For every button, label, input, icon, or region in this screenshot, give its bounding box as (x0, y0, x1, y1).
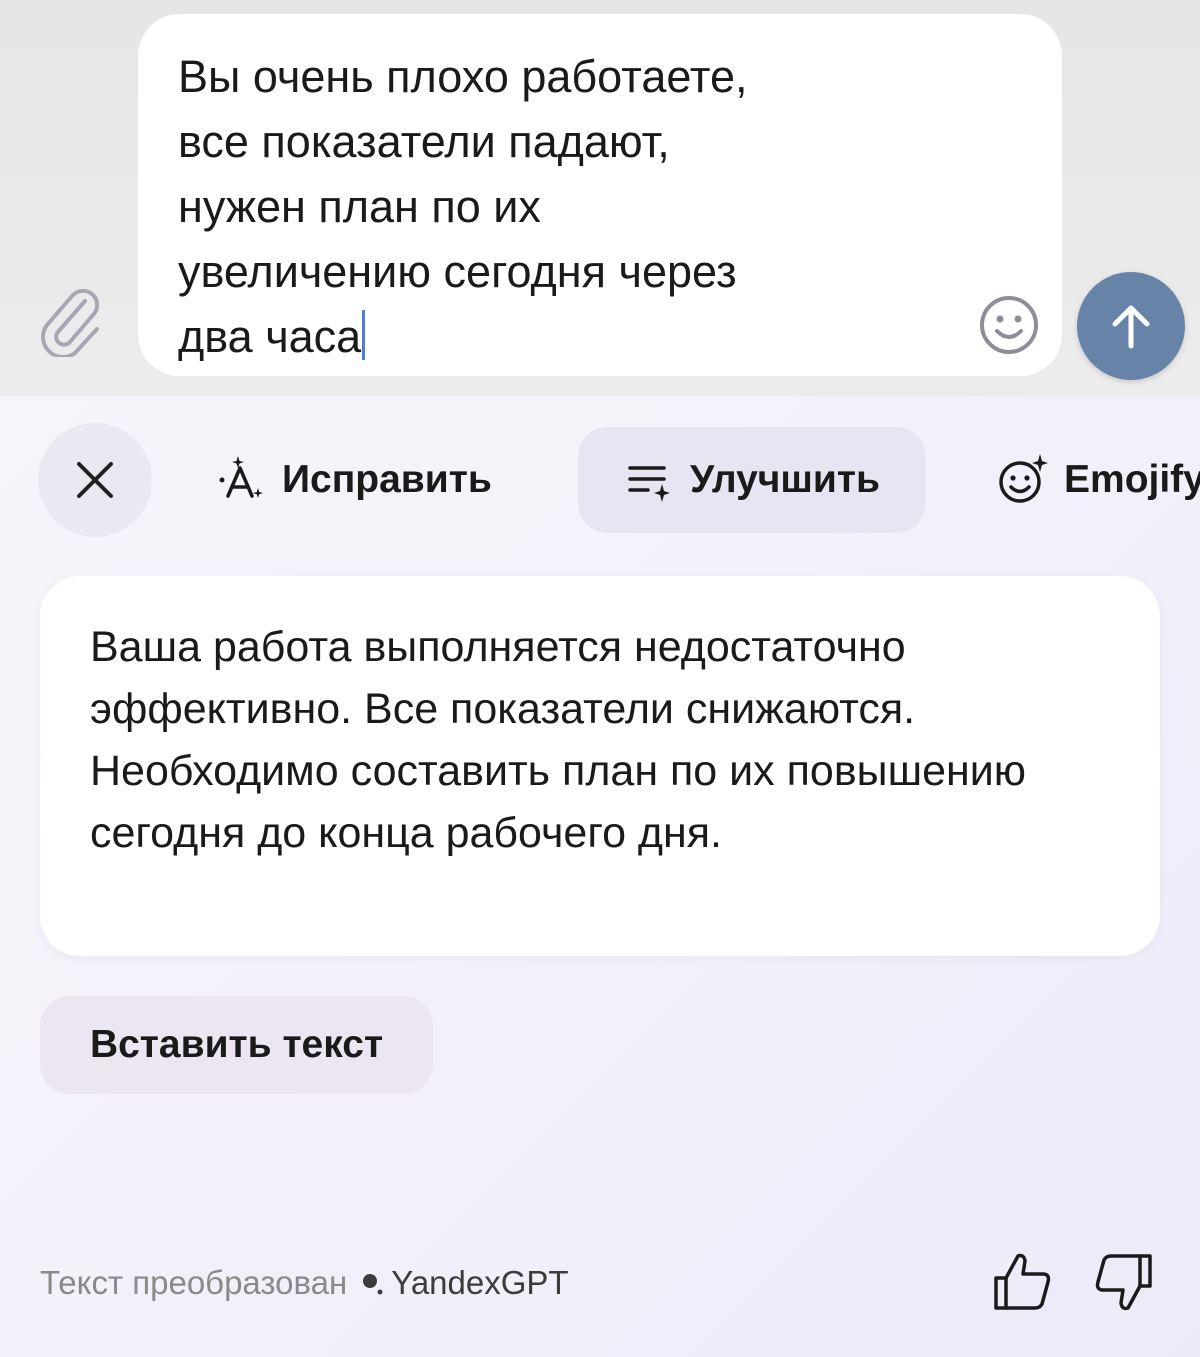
smiley-icon (980, 296, 1038, 354)
mode-fix-button[interactable]: Исправить (180, 427, 528, 533)
message-composer: Вы очень плохо работаете, все показатели… (0, 0, 1200, 396)
rewrite-result-text: Ваша работа выполняется недостаточно эфф… (90, 623, 1027, 857)
mode-fix-label: Исправить (282, 458, 492, 501)
thumbs-down-icon (1095, 1254, 1152, 1311)
close-icon (77, 462, 113, 498)
paste-text-label: Вставить текст (89, 1023, 384, 1066)
message-input-text: Вы очень плохо работаете, все показатели… (178, 51, 748, 362)
ai-rewrite-panel: Исправить Улучшить Emojify Ваша работа в… (0, 396, 1200, 1357)
paperclip-icon (41, 288, 100, 357)
like-button[interactable] (986, 1246, 1058, 1318)
credit-prefix: Текст преобразован (40, 1264, 348, 1301)
text-caret (362, 310, 366, 360)
dislike-button[interactable] (1088, 1246, 1160, 1318)
mode-improve-label: Улучшить (690, 458, 880, 501)
mode-improve-button[interactable]: Улучшить (578, 427, 926, 533)
improve-text-icon (628, 466, 671, 502)
message-input[interactable]: Вы очень плохо работаете, все показатели… (138, 14, 1062, 376)
send-button[interactable] (1077, 272, 1185, 380)
emoji-button[interactable] (974, 290, 1044, 360)
thumbs-up-icon (994, 1253, 1051, 1310)
rewrite-result-card: Ваша работа выполняется недостаточно эфф… (40, 576, 1160, 956)
yandexgpt-logo-icon (363, 1274, 383, 1295)
arrow-up-icon (1112, 305, 1150, 349)
footer-credit: Текст преобразован YandexGPT (40, 1258, 569, 1308)
credit-brand-label: YandexGPT (391, 1264, 569, 1301)
mode-emojify-label: Emojify (1064, 458, 1200, 501)
close-button[interactable] (38, 423, 152, 537)
emojify-icon (999, 454, 1048, 503)
mode-emojify-button[interactable]: Emojify (958, 427, 1200, 533)
credit-brand: YandexGPT (357, 1264, 569, 1302)
paste-text-button[interactable]: Вставить текст (40, 996, 433, 1094)
fix-text-icon (219, 456, 263, 498)
attach-button[interactable] (30, 282, 110, 362)
